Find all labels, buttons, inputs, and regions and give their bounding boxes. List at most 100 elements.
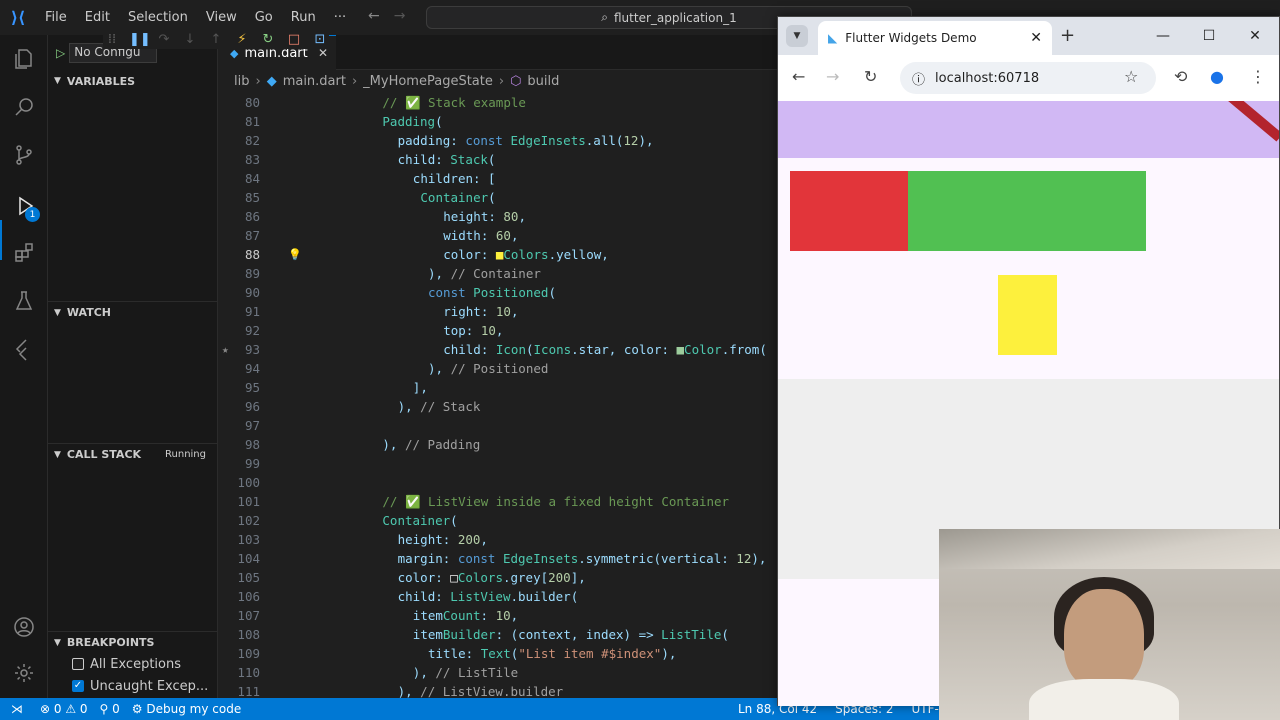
code-line[interactable]: 91 right: 10,	[218, 302, 778, 321]
source-control-icon[interactable]	[8, 139, 40, 171]
code-text: ), // Padding	[382, 437, 481, 452]
breadcrumb-class[interactable]: _MyHomePageState	[363, 74, 493, 89]
code-line[interactable]: 111), // ListView.builder	[218, 682, 778, 698]
code-line[interactable]: 108 itemBuilder: (context, index) => List…	[218, 625, 778, 644]
step-into-icon[interactable]: ↓	[181, 32, 199, 47]
code-line[interactable]: 86 height: 80,	[218, 207, 778, 226]
menu-file[interactable]: File	[36, 0, 76, 35]
bookmark-star-icon[interactable]: ☆	[1124, 67, 1138, 86]
breakpoints-section-header[interactable]: ▼ BREAKPOINTS	[48, 631, 218, 653]
code-line[interactable]: 103 height: 200,	[218, 530, 778, 549]
code-line[interactable]: 83 child: Stack(	[218, 150, 778, 169]
line-number: 96	[244, 399, 260, 414]
extensions-icon[interactable]	[8, 237, 40, 269]
devtools-icon[interactable]: ⊡	[311, 32, 329, 47]
tab-search-icon[interactable]: ▼	[786, 25, 808, 47]
warnings-count: 0	[79, 702, 88, 716]
code-line[interactable]: 84 children: [	[218, 169, 778, 188]
code-line[interactable]: 102 Container(	[218, 511, 778, 530]
code-line[interactable]: 80 // ✅ Stack example	[218, 93, 778, 112]
explorer-icon[interactable]	[8, 43, 40, 75]
variables-section-header[interactable]: ▼ VARIABLES	[48, 70, 218, 92]
checkbox[interactable]	[72, 658, 84, 670]
forward-arrow-icon[interactable]: →	[826, 67, 839, 86]
close-icon[interactable]: ✕	[1030, 30, 1042, 46]
extensions-icon[interactable]: ⟲	[1174, 67, 1187, 86]
hot-reload-icon[interactable]: ⚡	[233, 32, 251, 47]
code-line[interactable]: 106 child: ListView.builder(	[218, 587, 778, 606]
search-icon[interactable]	[8, 91, 40, 123]
code-line[interactable]: 93 ★ child: Icon(Icons.star, color: ■Color…	[218, 340, 778, 359]
account-icon[interactable]	[8, 611, 40, 643]
site-info-icon[interactable]: ⓘ	[912, 69, 925, 88]
forward-arrow-icon[interactable]: →	[394, 8, 406, 24]
app-bar	[778, 101, 1279, 158]
breakpoint-all-exceptions[interactable]: All Exceptions	[72, 653, 181, 675]
watch-section-header[interactable]: ▼ WATCH	[48, 301, 218, 323]
code-line[interactable]: 90 const Positioned(	[218, 283, 778, 302]
new-tab-icon[interactable]: +	[1060, 25, 1075, 46]
line-number: 87	[244, 228, 260, 243]
code-line[interactable]: 110), // ListTile	[218, 663, 778, 682]
code-line[interactable]: 98), // Padding	[218, 435, 778, 454]
testing-icon[interactable]	[8, 285, 40, 317]
code-line[interactable]: 94), // Positioned	[218, 359, 778, 378]
code-text: itemCount: 10,	[412, 608, 519, 623]
pause-icon[interactable]: ❚❚	[129, 32, 151, 47]
search-icon: ⌕	[601, 10, 608, 24]
lightbulb-icon[interactable]: 💡	[288, 245, 302, 264]
chevron-down-icon: ▼	[54, 76, 61, 86]
code-line[interactable]: 97	[218, 416, 778, 435]
stop-icon[interactable]: □	[285, 32, 303, 47]
address-bar[interactable]: ⓘ localhost:60718	[900, 62, 1156, 94]
breadcrumb-lib[interactable]: lib	[234, 74, 249, 89]
method-icon: ⬡	[510, 73, 522, 89]
checkbox-checked[interactable]: ✓	[72, 680, 84, 692]
profile-avatar-icon[interactable]: ●	[1210, 67, 1224, 86]
ports-status[interactable]: ⚲ 0	[94, 702, 126, 716]
code-line[interactable]: 87 width: 60,	[218, 226, 778, 245]
call-stack-section-header[interactable]: ▼ CALL STACK Running	[48, 443, 218, 465]
breadcrumb-method[interactable]: build	[527, 74, 559, 89]
watch-title: WATCH	[66, 306, 112, 319]
close-window-icon[interactable]: ✕	[1232, 17, 1278, 55]
code-line[interactable]: 107 itemCount: 10,	[218, 606, 778, 625]
code-line[interactable]: 88 💡 color: ■Colors.yellow,	[218, 245, 778, 264]
code-line[interactable]: 105 color: □Colors.grey[200],	[218, 568, 778, 587]
code-line[interactable]: 101 // ✅ ListView inside a fixed height C…	[218, 492, 778, 511]
code-line[interactable]: 104 margin: const EdgeInsets.symmetric(ve…	[218, 549, 778, 568]
breakpoint-uncaught-exceptions[interactable]: ✓ Uncaught Excep...	[72, 675, 208, 697]
menu-more[interactable]: ···	[325, 0, 355, 35]
back-arrow-icon[interactable]: ←	[792, 67, 805, 86]
code-line[interactable]: 81 Padding(	[218, 112, 778, 131]
more-menu-icon[interactable]: ⋮	[1250, 67, 1266, 86]
settings-gear-icon[interactable]	[8, 657, 40, 689]
debug-status[interactable]: ⚙ Debug my code	[126, 702, 247, 716]
code-line[interactable]: 89), // Container	[218, 264, 778, 283]
code-line[interactable]: 92 top: 10,	[218, 321, 778, 340]
code-editor[interactable]: 80 // ✅ Stack example 81 Padding(82 padding:…	[218, 93, 778, 698]
code-line[interactable]: 95],	[218, 378, 778, 397]
restart-icon[interactable]: ↻	[259, 32, 277, 47]
reload-icon[interactable]: ↻	[864, 67, 877, 86]
browser-tab[interactable]: ◣ Flutter Widgets Demo ✕	[818, 21, 1052, 55]
code-line[interactable]: 99	[218, 454, 778, 473]
back-arrow-icon[interactable]: ←	[368, 8, 380, 24]
problems-status[interactable]: ⊗ 0 ⚠ 0	[34, 702, 94, 716]
code-line[interactable]: 85 Container(	[218, 188, 778, 207]
code-text: // ✅ Stack example	[382, 95, 526, 110]
code-line[interactable]: 82 padding: const EdgeInsets.all(12),	[218, 131, 778, 150]
step-over-icon[interactable]: ↷	[155, 32, 173, 47]
minimize-icon[interactable]: —	[1140, 17, 1186, 55]
run-debug-icon[interactable]: 1	[8, 190, 40, 222]
code-line[interactable]: 100	[218, 473, 778, 492]
code-line[interactable]: 96), // Stack	[218, 397, 778, 416]
drag-handle-icon[interactable]: ⁞⁞	[103, 32, 121, 47]
remote-icon[interactable]: ⋊	[0, 698, 34, 720]
code-line[interactable]: 109 title: Text("List item #$index"),	[218, 644, 778, 663]
start-debugging-icon[interactable]: ▷	[56, 46, 65, 60]
maximize-icon[interactable]: ☐	[1186, 17, 1232, 55]
breadcrumb-file[interactable]: main.dart	[283, 74, 346, 89]
flutter-icon[interactable]	[8, 333, 40, 365]
step-out-icon[interactable]: ↑	[207, 32, 225, 47]
